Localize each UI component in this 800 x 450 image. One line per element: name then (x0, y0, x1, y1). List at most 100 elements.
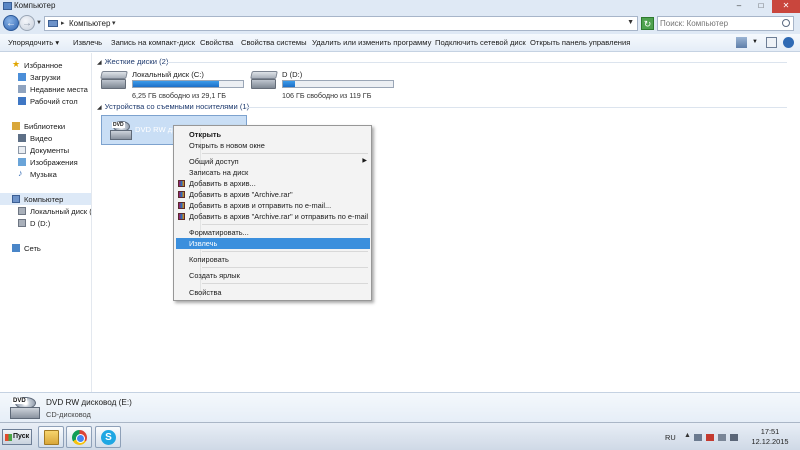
menu-item-share[interactable]: Общий доступ ▶ (176, 156, 370, 167)
sidebar-item-favorites[interactable]: ★ Избранное (0, 59, 91, 71)
taskbar-explorer-button[interactable] (38, 426, 64, 448)
sidebar-item-documents[interactable]: Документы (0, 144, 91, 156)
show-hidden-icons-icon[interactable]: ▲ (684, 432, 692, 439)
windows-flag-icon (5, 434, 12, 441)
search-box[interactable] (657, 16, 794, 31)
sidebar-item-desktop[interactable]: Рабочий стол (0, 95, 91, 107)
search-icon[interactable] (782, 19, 790, 27)
maximize-button[interactable]: □ (750, 0, 772, 13)
details-pane: DVD DVD RW дисковод (E:) CD-дисковод (0, 392, 800, 422)
computer-icon (48, 20, 58, 27)
back-button[interactable]: ← (3, 15, 19, 31)
menu-item-add-archive-rar[interactable]: Добавить в архив "Archive.rar" (176, 189, 370, 200)
burn-cd-button[interactable]: Запись на компакт-диск (111, 38, 195, 47)
view-options-dropdown[interactable]: ▼ (752, 39, 758, 45)
sidebar-item-computer[interactable]: Компьютер (0, 193, 91, 205)
sidebar-item-downloads[interactable]: Загрузки (0, 71, 91, 83)
documents-icon (18, 146, 26, 154)
tray-network-icon[interactable] (718, 434, 726, 441)
map-network-drive-button[interactable]: Подключить сетевой диск (435, 38, 526, 47)
menu-item-add-rar-email[interactable]: Добавить в архив "Archive.rar" и отправи… (176, 211, 370, 222)
eject-button[interactable]: Извлечь (73, 38, 102, 47)
sidebar-item-recent-places[interactable]: Недавние места (0, 83, 91, 95)
forward-button[interactable]: → (19, 15, 35, 31)
hard-drive-icon (250, 71, 278, 90)
open-control-panel-button[interactable]: Открыть панель управления (530, 38, 630, 47)
navigation-bar: ← → ▼ ▸ Компьютер ▾ ▼ ↻ (0, 13, 800, 34)
menu-item-format[interactable]: Форматировать... (176, 227, 370, 238)
menu-separator (202, 283, 368, 284)
back-arrow-icon: ← (6, 18, 16, 29)
disk-usage-bar (282, 80, 394, 88)
menu-item-eject[interactable]: Извлечь (176, 238, 370, 249)
address-history-dropdown[interactable]: ▼ (627, 19, 634, 26)
clock-date: 12.12.2015 (751, 437, 789, 446)
menu-item-open-new-window[interactable]: Открыть в новом окне (176, 140, 370, 151)
system-properties-button[interactable]: Свойства системы (241, 38, 307, 47)
drive-c[interactable]: Локальный диск (C:) 6,25 ГБ свободно из … (100, 70, 251, 100)
refresh-button[interactable]: ↻ (641, 17, 654, 30)
sidebar-item-video[interactable]: Видео (0, 132, 91, 144)
collapse-icon: ◢ (97, 105, 102, 111)
video-icon (18, 134, 26, 142)
winrar-icon (178, 213, 185, 220)
tray-app-icon[interactable] (694, 434, 702, 441)
menu-item-add-archive[interactable]: Добавить в архив... (176, 178, 370, 189)
menu-item-burn[interactable]: Записать на диск (176, 167, 370, 178)
sidebar-item-images[interactable]: Изображения (0, 156, 91, 168)
drive-d[interactable]: D (D:) 106 ГБ свободно из 119 ГБ (250, 70, 401, 100)
sidebar-item-libraries[interactable]: Библиотеки (0, 120, 91, 132)
menu-item-copy[interactable]: Копировать (176, 254, 370, 265)
menu-separator (202, 153, 368, 154)
language-indicator[interactable]: RU (665, 433, 676, 442)
tray-volume-icon[interactable] (730, 434, 738, 441)
tray-action-center-icon[interactable] (706, 434, 714, 441)
menu-item-properties[interactable]: Свойства (176, 287, 370, 298)
change-view-icon[interactable] (736, 37, 747, 48)
address-bar[interactable]: ▸ Компьютер ▾ ▼ (44, 16, 638, 31)
sidebar-item-d-drive[interactable]: D (D:) (0, 217, 91, 229)
chevron-right-icon[interactable]: ▸ (61, 19, 65, 27)
search-input[interactable] (660, 18, 778, 29)
recent-pages-dropdown[interactable]: ▼ (36, 20, 42, 26)
address-path[interactable]: Компьютер (69, 19, 110, 28)
sidebar-item-music[interactable]: ♪ Музыка (0, 168, 91, 180)
menu-item-open[interactable]: Открыть (176, 129, 370, 140)
sidebar-item-local-disk-c[interactable]: Локальный диск (C (0, 205, 91, 217)
properties-button[interactable]: Свойства (200, 38, 233, 47)
sidebar-item-network[interactable]: Сеть (0, 242, 91, 254)
details-name: DVD RW дисковод (E:) (46, 398, 132, 407)
drive-name: D (D:) (282, 70, 303, 79)
images-icon (18, 158, 26, 166)
command-bar: Упорядочить ▾ Извлечь Запись на компакт-… (0, 34, 800, 52)
uninstall-program-button[interactable]: Удалить или изменить программу (312, 38, 431, 47)
preview-pane-icon[interactable] (766, 37, 777, 48)
winrar-icon (178, 191, 185, 198)
disk-usage-bar (132, 80, 244, 88)
organize-button[interactable]: Упорядочить ▾ (8, 38, 59, 47)
recent-places-icon (18, 85, 26, 93)
hard-drives-group-header[interactable]: ◢ Жесткие диски (2) (97, 57, 168, 66)
removable-group-header[interactable]: ◢ Устройства со съемными носителями (1) (97, 102, 249, 111)
chevron-down-icon[interactable]: ▾ (112, 19, 116, 27)
network-icon (12, 244, 20, 252)
menu-item-create-shortcut[interactable]: Создать ярлык (176, 270, 370, 281)
close-button[interactable]: ✕ (772, 0, 800, 13)
menu-separator (202, 224, 368, 225)
menu-separator (202, 251, 368, 252)
taskbar-chrome-button[interactable] (66, 426, 92, 448)
dvd-drive-icon: DVD (110, 121, 132, 141)
menu-item-add-email[interactable]: Добавить в архив и отправить по e-mail..… (176, 200, 370, 211)
minimize-button[interactable]: – (728, 0, 750, 13)
collapse-icon: ◢ (97, 60, 102, 66)
start-button[interactable]: Пуск (2, 429, 32, 445)
forward-arrow-icon: → (22, 18, 32, 29)
taskbar-skype-button[interactable]: S (95, 426, 121, 448)
computer-icon (3, 2, 12, 10)
help-icon[interactable] (783, 37, 794, 48)
clock-time: 17:51 (760, 427, 780, 436)
chrome-icon (72, 430, 87, 445)
disk-usage-fill (283, 81, 296, 87)
clock[interactable]: 17:51 12.12.2015 (750, 427, 790, 447)
folder-icon (44, 430, 59, 445)
